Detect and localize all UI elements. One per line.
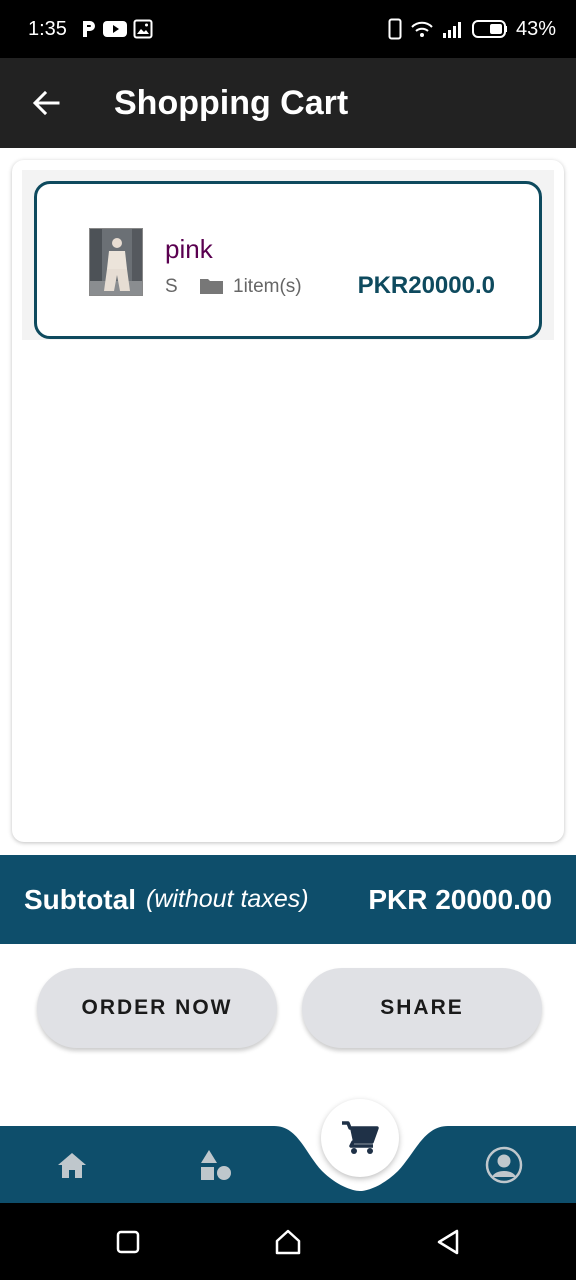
battery-icon xyxy=(471,19,508,39)
signal-icon xyxy=(442,19,464,39)
system-back-button[interactable] xyxy=(431,1225,465,1259)
subtotal-value: PKR 20000.00 xyxy=(368,883,552,915)
profile-icon xyxy=(485,1146,523,1184)
subtotal-label: Subtotal xyxy=(24,883,136,915)
arrow-left-icon xyxy=(32,90,60,116)
home-outline-icon xyxy=(275,1229,301,1255)
subtotal-bar: Subtotal (without taxes) PKR 20000.00 xyxy=(0,855,576,944)
product-quantity: 1item(s) xyxy=(233,276,302,297)
cart-icon xyxy=(342,1121,379,1154)
nav-categories[interactable] xyxy=(196,1145,236,1185)
nav-home[interactable] xyxy=(52,1145,92,1185)
status-system-icons: 43% xyxy=(388,18,556,41)
categories-icon xyxy=(201,1150,231,1180)
back-button[interactable] xyxy=(22,79,70,127)
status-notification-icons xyxy=(81,19,153,39)
square-icon xyxy=(116,1230,140,1254)
product-name: pink xyxy=(165,234,213,264)
order-now-button[interactable]: ORDER NOW xyxy=(37,968,277,1048)
product-thumbnail xyxy=(89,228,143,296)
cart-item[interactable]: pink S 1item(s) PKR20000.0 xyxy=(34,181,542,339)
triangle-back-icon xyxy=(437,1229,459,1255)
cart-panel: pink S 1item(s) PKR20000.0 xyxy=(12,160,564,842)
nav-profile[interactable] xyxy=(484,1145,524,1185)
product-size: S xyxy=(165,276,178,297)
share-button[interactable]: SHARE xyxy=(302,968,542,1048)
system-nav-bar xyxy=(0,1203,576,1280)
system-home-button[interactable] xyxy=(271,1225,305,1259)
cart-list: pink S 1item(s) PKR20000.0 xyxy=(22,170,554,340)
p-icon xyxy=(81,19,97,39)
recent-apps-button[interactable] xyxy=(111,1225,145,1259)
wifi-icon xyxy=(410,19,434,39)
youtube-icon xyxy=(102,20,127,38)
gallery-icon xyxy=(133,19,153,39)
status-time: 1:35 xyxy=(28,17,67,40)
page-title: Shopping Cart xyxy=(114,83,349,122)
nav-cart[interactable] xyxy=(321,1099,399,1177)
battery-percent: 43% xyxy=(515,17,556,40)
app-bar: Shopping Cart xyxy=(0,58,576,148)
phone-icon xyxy=(388,18,402,40)
bottom-nav xyxy=(0,1095,576,1203)
subtotal-note: (without taxes) xyxy=(146,885,309,913)
folder-icon xyxy=(200,279,223,294)
status-bar: 1:35 43% xyxy=(0,0,576,58)
home-icon xyxy=(58,1153,86,1178)
product-price: PKR20000.0 xyxy=(357,272,495,299)
